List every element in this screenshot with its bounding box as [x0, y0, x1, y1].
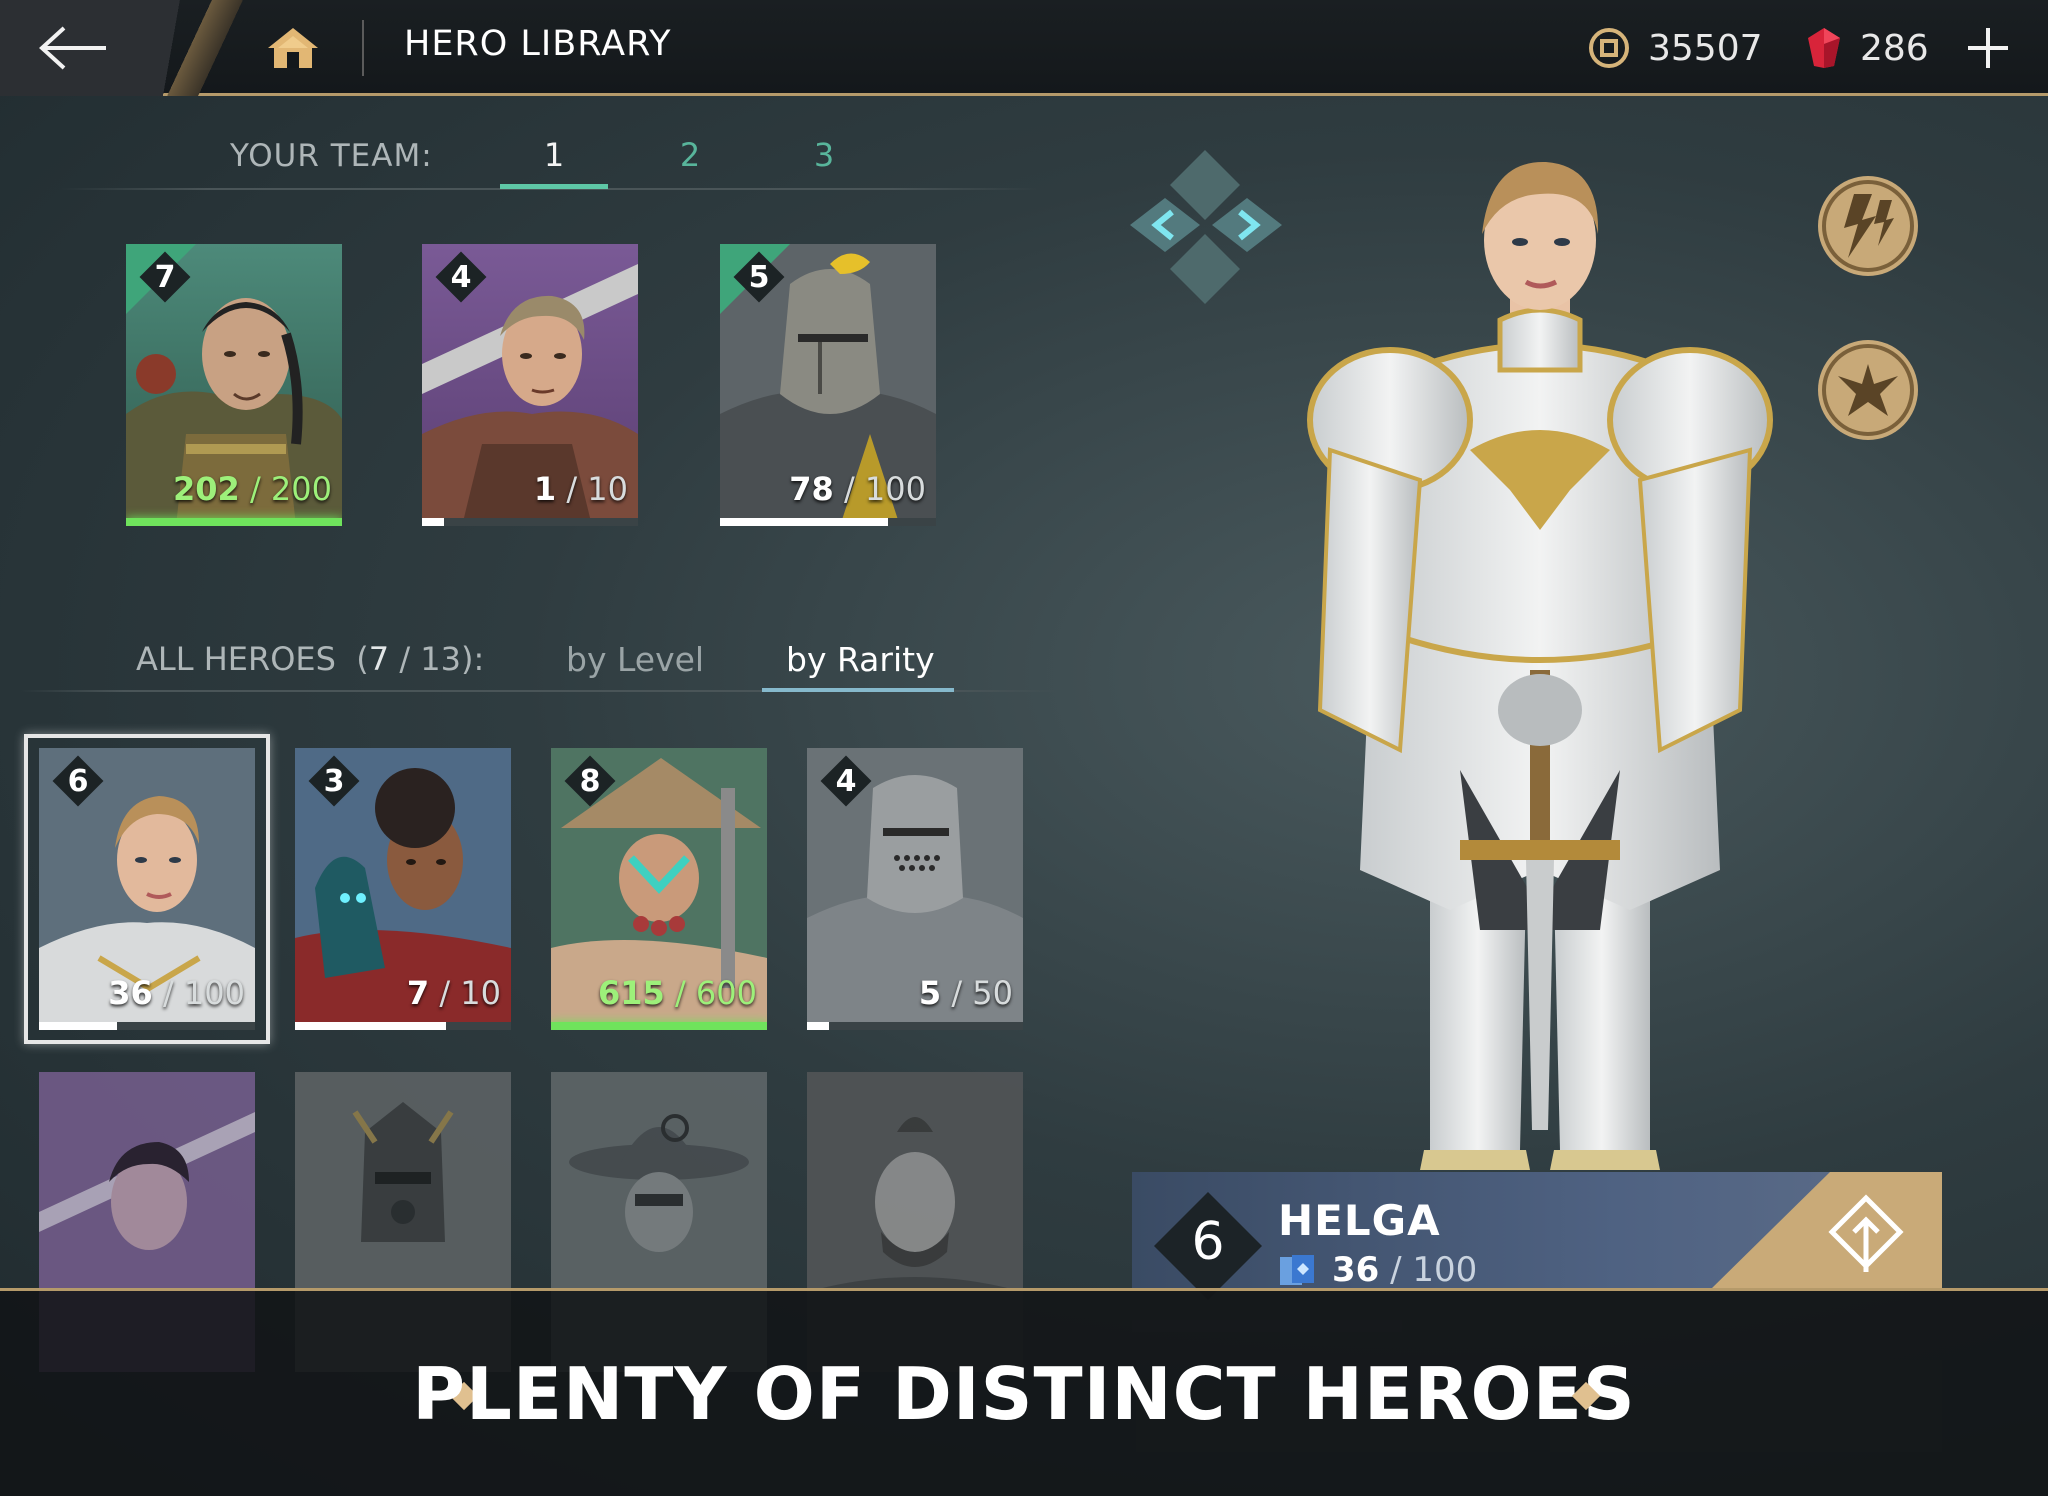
card-progress-text: 202 / 200: [173, 470, 332, 508]
hero-name: HELGA: [1278, 1196, 1441, 1245]
library-hero-card-helga[interactable]: 6 36 / 100: [39, 748, 255, 1030]
upgrade-icon: [1710, 1172, 1942, 1290]
card-progress-bar: [720, 518, 889, 526]
team-hero-card[interactable]: 7 202 / 200: [126, 244, 342, 526]
home-button[interactable]: [264, 24, 322, 72]
header-gold-wedge: [150, 0, 260, 96]
hero-rank-badge: 4: [436, 252, 486, 302]
plus-icon: [1968, 28, 2008, 68]
card-progress-bar: [807, 1022, 829, 1030]
hero-cards-current: 36: [1332, 1250, 1380, 1290]
chevron-left-icon: [1130, 198, 1200, 252]
arrow-left-icon: [39, 26, 106, 70]
sort-by-level-tab[interactable]: by Level: [566, 640, 704, 679]
library-hero-card[interactable]: 3 7 / 10: [295, 748, 511, 1030]
hero-card-progress: 36 / 100: [1278, 1250, 1477, 1290]
next-hero-button[interactable]: [1210, 196, 1284, 254]
coin-icon: [1589, 28, 1629, 68]
library-hero-card[interactable]: 8 615 / 600: [551, 748, 767, 1030]
sort-tab-active-indicator: [762, 688, 954, 692]
coin-balance[interactable]: 35507: [1588, 24, 1763, 72]
card-progress-text: 615 / 600: [598, 974, 757, 1012]
total-count: 13: [420, 640, 461, 678]
team-hero-card[interactable]: 4 1 / 10: [422, 244, 638, 526]
ability-lightning-button[interactable]: [1814, 172, 1922, 280]
card-progress-bar: [126, 518, 342, 526]
sort-by-rarity-tab[interactable]: by Rarity: [786, 640, 935, 679]
gem-balance[interactable]: 286: [1806, 24, 1929, 72]
add-currency-button[interactable]: [1964, 24, 2012, 72]
card-progress-text: 36 / 100: [108, 974, 245, 1012]
gem-icon: [1808, 28, 1840, 68]
owned-count: 7: [368, 640, 390, 678]
card-progress-track: [807, 1022, 1023, 1030]
hero-cards-max: 100: [1412, 1250, 1478, 1290]
hero-card-icon: [1280, 1255, 1314, 1285]
team-hero-card[interactable]: 5 78 / 100: [720, 244, 936, 526]
card-progress-text: 5 / 50: [918, 974, 1013, 1012]
library-hero-card[interactable]: 4 5 / 50: [807, 748, 1023, 1030]
card-progress-text: 78 / 100: [789, 470, 926, 508]
team-tab-3[interactable]: 3: [770, 136, 878, 174]
team-tab-2[interactable]: 2: [636, 136, 744, 174]
lightning-ability-icon: [1818, 176, 1918, 276]
promo-tagline: PLENTY OF DISTINCT HEROES: [412, 1352, 1636, 1436]
chevron-right-icon: [1212, 198, 1282, 252]
card-progress-bar: [551, 1022, 767, 1030]
eagle-ability-icon: [1818, 340, 1918, 440]
hero-rank-badge: 4: [821, 756, 871, 806]
team-tab-1[interactable]: 1: [500, 136, 608, 174]
hero-rank-badge: 3: [309, 756, 359, 806]
title-divider: [362, 20, 364, 76]
hero-rank-badge: 7: [140, 252, 190, 302]
card-progress-bar: [295, 1022, 447, 1030]
card-progress-text: 1 / 10: [533, 470, 628, 508]
card-progress-track: [422, 518, 638, 526]
top-bar: HERO LIBRARY 35507 286: [0, 0, 2048, 96]
page-title: HERO LIBRARY: [404, 24, 672, 64]
team-tab-active-indicator: [500, 184, 608, 189]
home-icon: [268, 28, 318, 68]
hero-model-helga: [1307, 161, 1773, 1170]
previous-hero-button[interactable]: [1128, 196, 1202, 254]
team-label: YOUR TEAM:: [230, 138, 433, 174]
card-progress-bar: [39, 1022, 117, 1030]
hero-rank-badge: 6: [53, 756, 103, 806]
card-progress-bar: [422, 518, 444, 526]
coin-amount: 35507: [1648, 27, 1763, 69]
ability-emblem-button[interactable]: [1814, 336, 1922, 444]
back-button[interactable]: [34, 20, 114, 76]
hero-rank-badge: 5: [734, 252, 784, 302]
all-heroes-label: ALL HEROES (7 / 13):: [136, 640, 485, 678]
card-progress-text: 7 / 10: [406, 974, 501, 1012]
gem-amount: 286: [1860, 27, 1929, 69]
hero-rank-badge: 8: [565, 756, 615, 806]
upgrade-hero-button[interactable]: [1710, 1172, 1942, 1290]
hero-level: 6: [1191, 1212, 1225, 1272]
